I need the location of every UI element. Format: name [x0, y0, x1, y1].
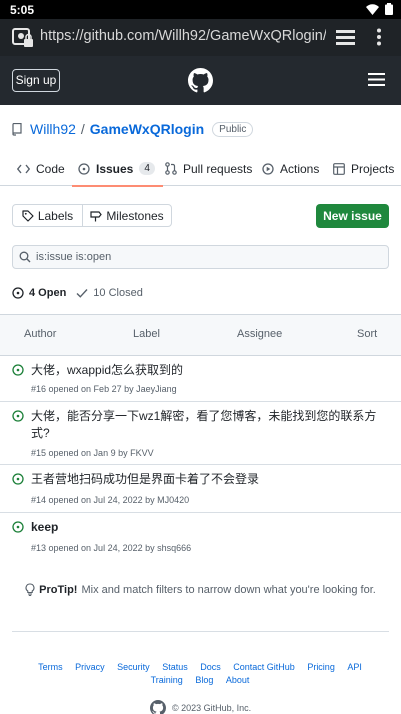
issue-open-icon	[12, 410, 24, 422]
state-toggle: 4 Open 10 Closed	[12, 287, 143, 299]
issue-row[interactable]: 王者营地扫码成功但是界面卡着了不会登录 #14 opened on Jul 24…	[0, 465, 401, 513]
footer-link-security[interactable]: Security	[117, 662, 150, 672]
labels-milestones-group: Labels Milestones	[12, 204, 172, 227]
issue-meta: #16 opened on Feb 27 by JaeyJiang	[31, 384, 177, 394]
copyright-text: © 2023 GitHub, Inc.	[172, 703, 252, 713]
status-bar: 5:05	[0, 0, 401, 19]
table-icon	[333, 162, 345, 175]
tab-code[interactable]: Code	[17, 151, 65, 186]
overflow-menu-icon[interactable]	[376, 28, 382, 46]
label-filter[interactable]: Label	[133, 328, 160, 340]
light-bulb-icon	[25, 583, 35, 596]
issue-row[interactable]: 大佬，wxappid怎么获取到的 #16 opened on Feb 27 by…	[0, 356, 401, 402]
footer-link-api[interactable]: API	[347, 662, 362, 672]
issue-search	[12, 245, 389, 269]
milestone-icon	[90, 210, 103, 221]
check-icon	[76, 289, 88, 298]
issue-title[interactable]: 大佬，能否分享一下wz1解密，看了您博客，未能找到您的联系方式?	[31, 408, 391, 442]
issue-open-icon	[12, 521, 24, 533]
protip-text: Mix and match filters to narrow down wha…	[81, 583, 376, 596]
github-logo-icon[interactable]	[188, 68, 213, 93]
repo-nav: Code Issues 4 Pull requests Actions Proj…	[0, 151, 401, 187]
tab-projects[interactable]: Projects	[333, 151, 394, 186]
issue-meta: #14 opened on Jul 24, 2022 by MJ0420	[31, 495, 190, 505]
repo-icon	[12, 122, 22, 136]
repo-owner-link[interactable]: Willh92	[30, 121, 76, 137]
visibility-badge: Public	[212, 121, 254, 137]
footer-links: Terms Privacy Security Status Docs Conta…	[14, 661, 386, 687]
issues-counter: 4	[139, 162, 155, 175]
issue-row[interactable]: keep #13 opened on Jul 24, 2022 by shsq6…	[0, 513, 401, 561]
issue-title[interactable]: 大佬，wxappid怎么获取到的	[31, 362, 391, 379]
issue-meta: #15 opened on Jan 9 by FKVV	[31, 448, 154, 458]
browser-toolbar: https://github.com/Willh92/GameWxQRlogin…	[0, 19, 401, 56]
closed-count-label: 10 Closed	[93, 287, 143, 299]
sign-up-button[interactable]: Sign up	[12, 69, 60, 92]
site-info-icon[interactable]	[12, 28, 34, 48]
assignee-filter[interactable]: Assignee	[237, 328, 282, 340]
issue-meta: #13 opened on Jul 24, 2022 by shsq666	[31, 543, 192, 553]
protip-label: ProTip!	[39, 583, 78, 596]
tab-actions[interactable]: Actions	[262, 151, 319, 186]
issue-title[interactable]: 王者营地扫码成功但是界面卡着了不会登录	[31, 471, 391, 488]
new-issue-button[interactable]: New issue	[316, 204, 389, 228]
issue-opened-icon	[78, 162, 90, 175]
address-bar[interactable]: https://github.com/Willh92/GameWxQRlogin…	[40, 28, 326, 44]
issue-open-icon	[12, 364, 24, 376]
code-icon	[17, 164, 30, 173]
open-count-label: 4 Open	[29, 287, 67, 299]
closed-issues-link[interactable]: 10 Closed	[76, 287, 143, 299]
issue-filter-bar: Author Label Assignee Sort	[0, 314, 401, 356]
tab-issues[interactable]: Issues 4	[72, 151, 163, 187]
footer-link-pricing[interactable]: Pricing	[307, 662, 335, 672]
tab-projects-label: Projects	[351, 161, 395, 176]
tab-code-label: Code	[36, 161, 65, 176]
repo-title: Willh92 / GameWxQRlogin Public	[12, 121, 254, 137]
github-mark-icon[interactable]	[150, 700, 166, 714]
pull-request-icon	[165, 162, 177, 175]
search-input[interactable]	[36, 251, 366, 263]
issue-row[interactable]: 大佬，能否分享一下wz1解密，看了您博客，未能找到您的联系方式? #15 ope…	[0, 402, 401, 465]
hamburger-menu-icon[interactable]	[368, 73, 385, 86]
protip: ProTip! Mix and match filters to narrow …	[0, 583, 401, 596]
search-icon	[19, 251, 31, 263]
footer-link-contact[interactable]: Contact GitHub	[233, 662, 295, 672]
open-issues-link[interactable]: 4 Open	[12, 287, 66, 299]
play-icon	[262, 162, 274, 175]
footer-link-training[interactable]: Training	[151, 675, 183, 685]
footer-divider	[12, 631, 389, 632]
tab-issues-label: Issues	[96, 161, 134, 176]
sort-filter[interactable]: Sort	[357, 328, 377, 340]
footer-link-docs[interactable]: Docs	[200, 662, 221, 672]
milestones-label: Milestones	[106, 208, 164, 223]
issue-opened-icon	[12, 287, 24, 299]
issue-title[interactable]: keep	[31, 519, 391, 536]
footer-link-blog[interactable]: Blog	[195, 675, 213, 685]
tab-actions-label: Actions	[280, 161, 320, 176]
labels-label: Labels	[37, 208, 74, 223]
tabs-icon[interactable]	[336, 29, 355, 45]
status-icons	[366, 3, 393, 15]
footer-link-about[interactable]: About	[226, 675, 250, 685]
footer-link-status[interactable]: Status	[162, 662, 188, 672]
tab-pull-requests-label: Pull requests	[183, 161, 253, 176]
tag-icon	[22, 209, 34, 222]
issue-open-icon	[12, 473, 24, 485]
battery-icon	[385, 3, 393, 15]
status-time: 5:05	[10, 3, 35, 17]
repo-name-link[interactable]: GameWxQRlogin	[90, 121, 204, 137]
tab-pull-requests[interactable]: Pull requests	[165, 151, 252, 186]
wifi-icon	[366, 3, 379, 15]
milestones-button[interactable]: Milestones	[83, 205, 171, 226]
site-header: Sign up	[0, 56, 401, 105]
footer-link-privacy[interactable]: Privacy	[75, 662, 105, 672]
author-filter[interactable]: Author	[24, 328, 56, 340]
footer-link-terms[interactable]: Terms	[38, 662, 63, 672]
labels-button[interactable]: Labels	[13, 205, 83, 226]
repo-separator: /	[80, 121, 85, 137]
footer-copyright: © 2023 GitHub, Inc.	[150, 700, 251, 714]
